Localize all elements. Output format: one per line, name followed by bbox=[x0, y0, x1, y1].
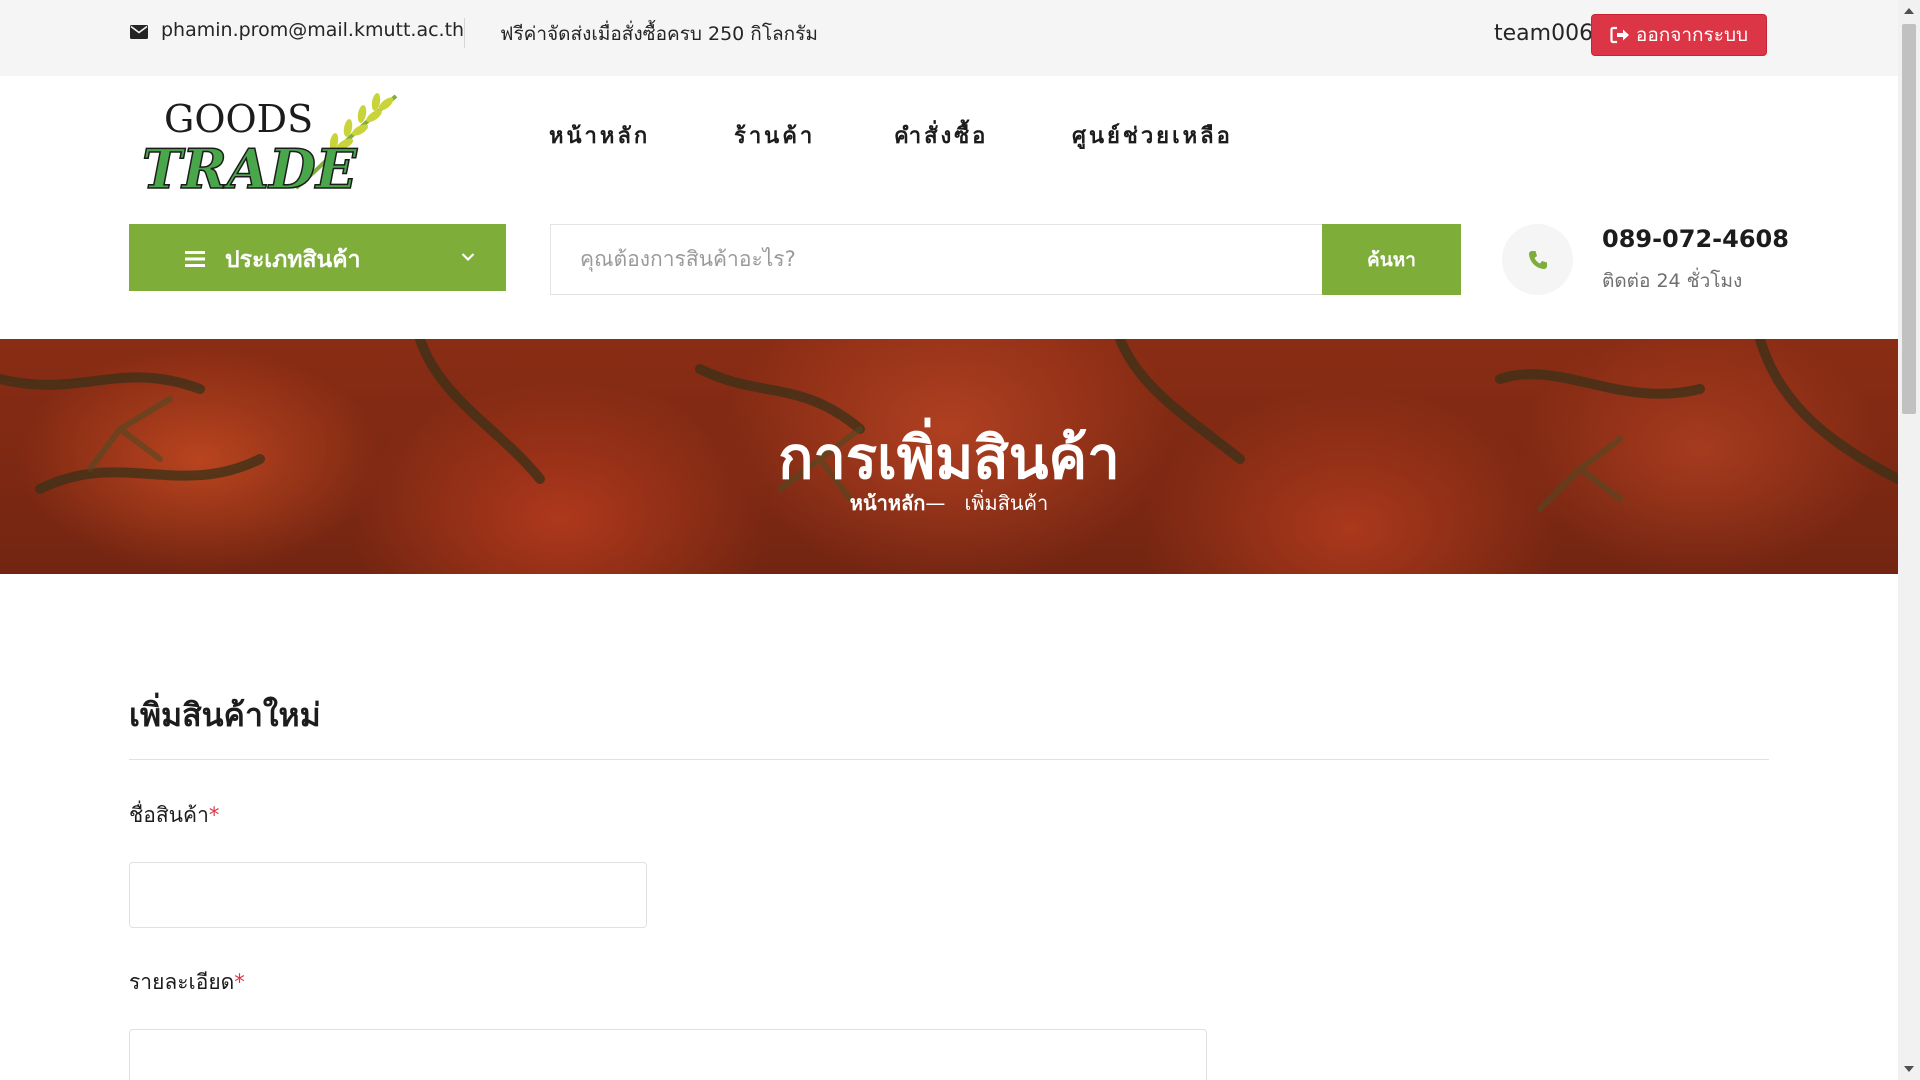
envelope-icon bbox=[130, 25, 148, 39]
page-scrollbar[interactable] bbox=[1898, 0, 1920, 1080]
free-shipping-note: ฟรีค่าจัดส่งเมื่อสั่งซื้อครบ 250 กิโลกรั… bbox=[500, 23, 818, 45]
description-label: รายละเอียด* bbox=[129, 966, 245, 999]
breadcrumb: หน้าหลัก— เพิ่มสินค้า bbox=[0, 487, 1898, 519]
support-hours: ติดต่อ 24 ชั่วโมง bbox=[1602, 270, 1743, 292]
nav-orders[interactable]: คำสั่งซื้อ bbox=[894, 118, 988, 153]
product-name-label-text: ชื่อสินค้า bbox=[129, 803, 209, 827]
form-divider bbox=[129, 759, 1769, 760]
search-input[interactable] bbox=[551, 225, 1280, 293]
hamburger-icon bbox=[185, 251, 205, 267]
scrollbar-thumb[interactable] bbox=[1902, 24, 1916, 414]
scroll-up-arrow-icon[interactable] bbox=[1904, 8, 1914, 14]
sign-out-icon bbox=[1610, 26, 1629, 44]
logout-label: ออกจากระบบ bbox=[1635, 24, 1749, 46]
required-asterisk: * bbox=[208, 803, 220, 827]
description-textarea[interactable] bbox=[129, 1029, 1207, 1080]
logout-button[interactable]: ออกจากระบบ bbox=[1591, 14, 1767, 56]
goods-trade-logo[interactable]: GOODS TRADE bbox=[136, 88, 406, 202]
phone-number: 089-072-4608 bbox=[1602, 225, 1789, 253]
form-heading: เพิ่มสินค้าใหม่ bbox=[129, 696, 321, 734]
nav-help-center[interactable]: ศูนย์ช่วยเหลือ bbox=[1072, 118, 1233, 153]
logo-goods-text: GOODS bbox=[164, 97, 313, 141]
product-name-input[interactable] bbox=[129, 862, 647, 928]
logo-trade-text: TRADE bbox=[142, 137, 358, 198]
breadcrumb-current: เพิ่มสินค้า bbox=[964, 491, 1049, 515]
topbar-divider bbox=[464, 18, 465, 48]
username: team006 bbox=[1494, 21, 1594, 46]
nav-shop[interactable]: ร้านค้า bbox=[734, 118, 815, 153]
breadcrumb-separator: — bbox=[925, 491, 946, 515]
description-label-text: รายละเอียด bbox=[129, 970, 235, 994]
chevron-down-icon bbox=[461, 253, 475, 262]
scroll-down-arrow-icon[interactable] bbox=[1904, 1066, 1914, 1072]
logo-graphic: GOODS TRADE bbox=[141, 93, 398, 202]
top-bar: phamin.prom@mail.kmutt.ac.th ฟรีค่าจัดส่… bbox=[0, 0, 1898, 76]
category-label: ประเภทสินค้า bbox=[225, 247, 361, 273]
search-button[interactable]: ค้นหา bbox=[1322, 224, 1461, 295]
phone-icon-badge bbox=[1502, 224, 1573, 295]
category-dropdown-button[interactable]: ประเภทสินค้า bbox=[129, 224, 506, 291]
phone-icon bbox=[1529, 251, 1547, 269]
page-banner: การเพิ่มสินค้า หน้าหลัก— เพิ่มสินค้า bbox=[0, 339, 1898, 574]
contact-email: phamin.prom@mail.kmutt.ac.th bbox=[161, 19, 465, 41]
search-form bbox=[550, 224, 1322, 295]
nav-home[interactable]: หน้าหลัก bbox=[549, 118, 650, 153]
product-name-label: ชื่อสินค้า* bbox=[129, 799, 219, 832]
breadcrumb-home-link[interactable]: หน้าหลัก bbox=[850, 491, 926, 515]
required-asterisk: * bbox=[234, 970, 245, 994]
